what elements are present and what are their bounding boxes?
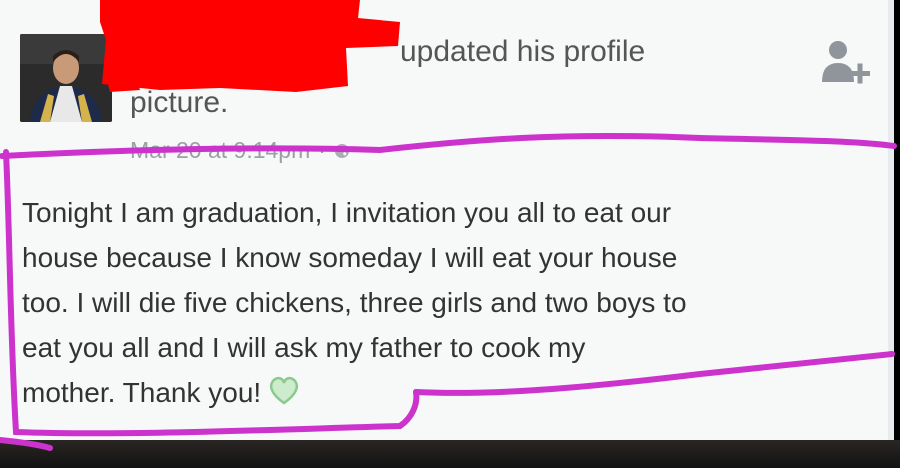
post-body-line-last: mother. Thank you! (22, 370, 872, 415)
green-heart-icon (270, 376, 299, 405)
post-body: Tonight I am graduation, I invitation yo… (22, 190, 872, 415)
post-body-line: mother. Thank you! (22, 377, 262, 408)
redaction-mark (100, 0, 400, 92)
post-header-text-continued: picture. (130, 86, 229, 119)
screenshot: updated his profile picture. Mar 20 at 9… (0, 0, 900, 468)
add-friend-icon[interactable] (816, 36, 876, 92)
post-header-text: updated his profile (400, 35, 646, 68)
meta-separator: · (318, 137, 326, 163)
profile-picture[interactable] (20, 34, 112, 122)
post-body-line: Tonight I am graduation, I invitation yo… (22, 197, 672, 228)
post-body-line: too. I will die five chickens, three gir… (22, 287, 687, 318)
post-timestamp[interactable]: Mar 20 at 9:14pm (130, 137, 310, 164)
background-strip (0, 440, 900, 468)
post-body-line: eat you all and I will ask my father to … (22, 332, 586, 363)
globe-icon[interactable] (334, 143, 350, 159)
avatar-photo (20, 34, 112, 122)
post-body-line: house because I know someday I will eat … (22, 242, 678, 273)
post-meta: Mar 20 at 9:14pm · (130, 137, 350, 164)
